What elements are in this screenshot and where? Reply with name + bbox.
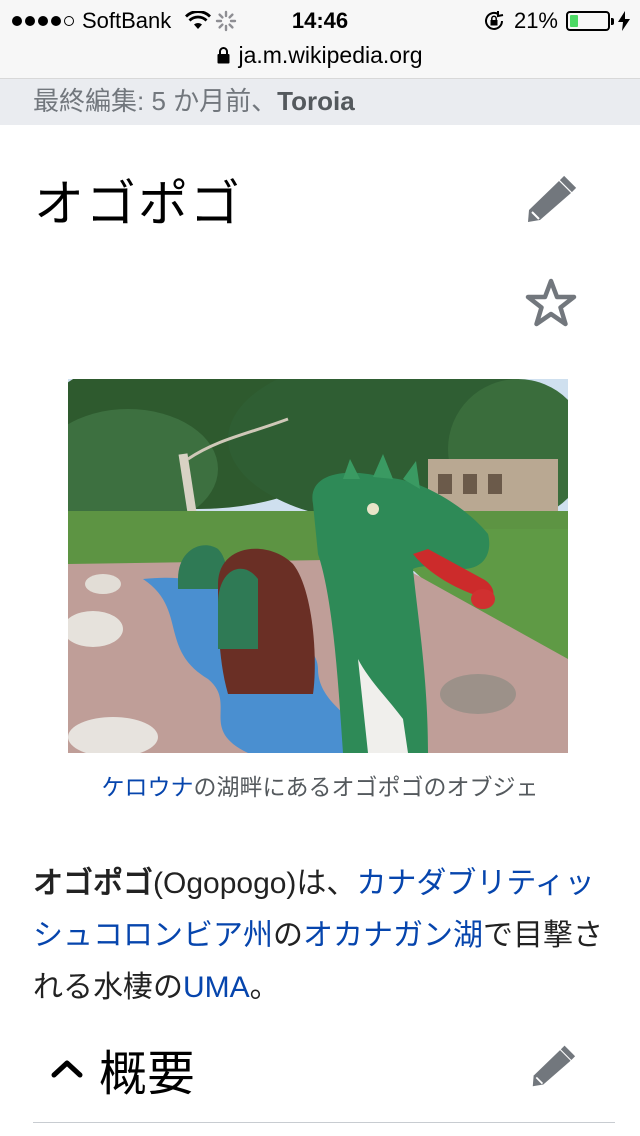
edit-section-button[interactable] [529,1044,577,1093]
battery-icon [566,11,614,31]
section-heading-overview[interactable]: 概要 [33,1030,615,1123]
battery-level-fill [570,15,578,27]
charging-bolt-icon [618,11,630,31]
battery-percent: 21% [513,8,558,33]
chevron-up-icon[interactable] [51,1058,83,1078]
lead-bold-term: オゴポゴ [33,867,153,900]
lead-text-2: の [273,919,303,952]
ogopogo-statue-photo [68,379,568,753]
status-bar: SoftBank 14:46 21% [0,0,640,40]
last-edited-text: 最終編集: 5 か月前、 [33,86,278,116]
pencil-icon [528,175,577,222]
link-okanagan-lake[interactable]: オカナガン湖 [303,919,483,952]
page-title: オゴポゴ [34,176,242,232]
link-uma[interactable]: UMA [183,971,250,1004]
caption-link-kelowna[interactable]: ケロウナ [102,774,194,800]
pencil-icon [532,1045,576,1087]
article-figure-image[interactable] [68,379,568,753]
last-editor-name: Toroia [277,86,355,116]
lead-text-1: (Ogopogo)は、 [153,867,357,900]
caption-text: の湖畔にあるオゴポゴのオブジェ [193,774,539,800]
rotation-lock-icon [484,11,504,30]
lock-icon [217,47,230,64]
url-text: ja.m.wikipedia.org [238,42,423,68]
lead-paragraph: オゴポゴ(Ogopogo)は、カナダブリティッシュコロンビア州のオカナガン湖で目… [33,858,615,1014]
star-icon [525,278,577,327]
address-bar[interactable]: ja.m.wikipedia.org [0,40,640,79]
lead-text-4: 。 [249,971,280,1004]
last-edited-bar[interactable]: 最終編集: 5 か月前、Toroia [0,79,640,125]
watch-star-button[interactable] [524,278,578,333]
figure-caption: ケロウナの湖畔にあるオゴポゴのオブジェ [0,768,640,802]
edit-page-button[interactable] [524,174,578,229]
section-title: 概要 [99,1048,196,1101]
